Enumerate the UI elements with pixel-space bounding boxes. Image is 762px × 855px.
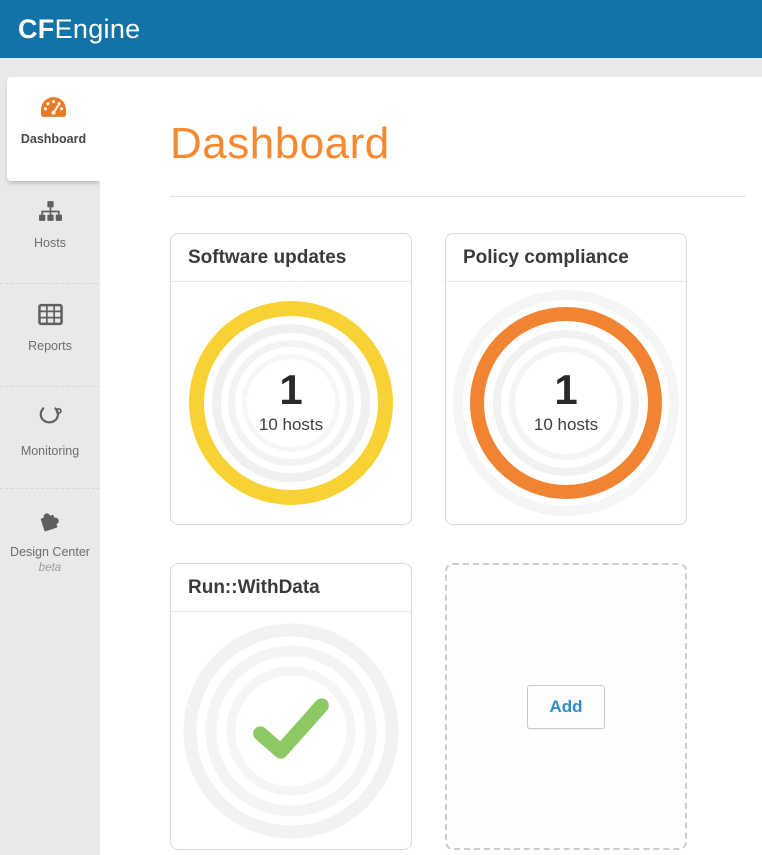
sidebar-item-label: Monitoring — [21, 444, 79, 460]
title-divider — [170, 196, 746, 197]
sidebar-item-dashboard[interactable]: Dashboard — [7, 77, 100, 181]
widget-body: 1 10 hosts — [171, 282, 411, 524]
sidebar-item-label: Design Center — [10, 545, 90, 561]
sidebar-item-label: Dashboard — [21, 132, 86, 148]
sidebar-item-label: Hosts — [34, 236, 66, 252]
sitemap-icon — [38, 200, 63, 228]
widget-title: Policy compliance — [446, 234, 686, 282]
widget-run-withdata[interactable]: Run::WithData — [170, 563, 412, 850]
add-widget-dropzone[interactable]: Add — [445, 563, 687, 850]
sidebar-navigation: Dashboard Hosts — [0, 77, 100, 855]
sidebar-item-hosts[interactable]: Hosts — [0, 181, 100, 283]
main-content-panel: Dashboard Software updates 1 10 hosts Po… — [100, 77, 762, 855]
app-window: CFEngine Dashboard Software updates 1 10… — [0, 0, 762, 855]
puzzle-icon — [38, 508, 62, 537]
sidebar-item-label: Reports — [28, 339, 72, 355]
top-navigation-bar: CFEngine — [0, 0, 762, 58]
widget-body — [171, 612, 411, 849]
sidebar-item-monitoring[interactable]: Monitoring — [0, 386, 100, 488]
add-widget-button[interactable]: Add — [527, 685, 604, 729]
host-count-value: 1 — [259, 368, 323, 412]
donut-center: 1 10 hosts — [259, 368, 323, 435]
host-count-label: 10 hosts — [534, 415, 598, 435]
sidebar-item-design-center[interactable]: Design Center beta — [0, 488, 100, 606]
donut-center: 1 10 hosts — [534, 368, 598, 435]
gauge-icon — [40, 96, 67, 124]
logo-text-bold: CF — [18, 14, 55, 44]
sidebar-item-reports[interactable]: Reports — [0, 283, 100, 386]
widget-policy-compliance[interactable]: Policy compliance 1 10 hosts — [445, 233, 687, 525]
page-title: Dashboard — [170, 119, 390, 169]
widget-title: Software updates — [171, 234, 411, 282]
logo-text-light: Engine — [55, 14, 141, 44]
widget-body: 1 10 hosts — [446, 282, 686, 524]
widget-software-updates[interactable]: Software updates 1 10 hosts — [170, 233, 412, 525]
beta-badge: beta — [39, 562, 61, 574]
cfengine-logo[interactable]: CFEngine — [18, 14, 140, 45]
host-count-label: 10 hosts — [259, 415, 323, 435]
stethoscope-icon — [38, 406, 62, 436]
host-count-value: 1 — [534, 368, 598, 412]
table-icon — [38, 303, 63, 331]
widget-title: Run::WithData — [171, 564, 411, 612]
success-check-icon — [247, 694, 335, 767]
